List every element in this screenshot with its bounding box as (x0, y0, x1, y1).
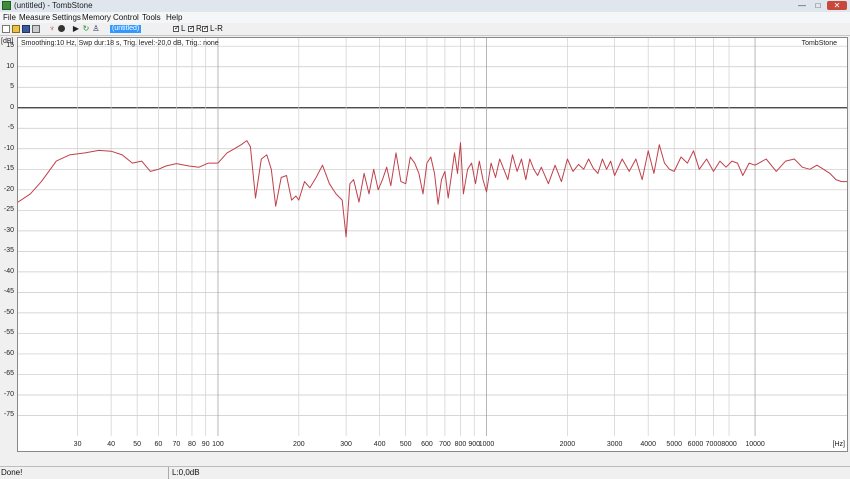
checkbox-r-label: R (196, 24, 202, 33)
y-tick-label: -10 (3, 144, 14, 152)
menu-bar: File Measure Settings Memory Control Too… (0, 12, 850, 23)
record-icon[interactable] (58, 25, 65, 32)
minimize-button[interactable]: — (795, 1, 809, 10)
x-tick-label: 70 (172, 441, 180, 448)
y-tick-label: 15 (6, 42, 14, 50)
x-axis-label: [Hz] (833, 441, 846, 448)
chart-svg: 30 40 50 60 70 80 90 100 200 300 400 500 600 700 800 90… (18, 38, 847, 448)
level-readout: L:0,0dB (168, 467, 200, 479)
microphone-icon[interactable]: ♆ (48, 25, 56, 33)
x-tick-label: 2000 (560, 441, 576, 448)
y-tick-label: -55 (3, 329, 14, 337)
x-tick-label: 50 (133, 441, 141, 448)
plot-watermark: TombStone (802, 40, 838, 47)
window-title: (untitled) - TombStone (14, 1, 93, 10)
y-tick-label: -65 (3, 370, 14, 378)
new-icon[interactable] (2, 25, 10, 33)
y-tick-labels: 15 10 5 0 -5 -10 -15 -20 -25 -30 -35 -40 -45 -50 -55 -6… (0, 37, 16, 452)
person-icon[interactable]: ♙ (92, 25, 100, 33)
y-tick-label: -35 (3, 247, 14, 255)
x-tick-label: 10000 (745, 441, 765, 448)
menu-tools[interactable]: Tools (142, 12, 161, 23)
x-tick-label: 40 (107, 441, 115, 448)
y-tick-label: -25 (3, 206, 14, 214)
maximize-button[interactable]: □ (811, 1, 825, 10)
x-tick-label: 1000 (479, 441, 495, 448)
status-text: Done! (1, 468, 23, 477)
y-tick-label: -5 (7, 124, 14, 132)
print-icon[interactable] (32, 25, 40, 33)
y-tick-label: -45 (3, 288, 14, 296)
x-tick-label: 6000 (688, 441, 704, 448)
y-tick-label: 5 (10, 83, 14, 91)
x-tick-label: 80 (188, 441, 196, 448)
frequency-response-plot[interactable]: 30 40 50 60 70 80 90 100 200 300 400 500 600 700 800 90… (17, 37, 848, 452)
close-button[interactable]: ✕ (827, 1, 847, 10)
menu-help[interactable]: Help (166, 12, 182, 23)
x-tick-label: 300 (340, 441, 352, 448)
x-tick-label: 100 (212, 441, 224, 448)
y-tick-label: 0 (10, 103, 14, 111)
checkbox-l-r-label: L-R (210, 24, 223, 33)
plot-info-text: Smoothing:10 Hz, Swp dur:18 s, Trig. lev… (21, 40, 219, 47)
x-tick-label: 3000 (607, 441, 623, 448)
y-tick-label: -60 (3, 349, 14, 357)
checkbox-l-label: L (181, 24, 186, 33)
open-icon[interactable] (12, 25, 20, 33)
memory-selector[interactable]: (untitled) (110, 25, 170, 33)
x-tick-label: 5000 (666, 441, 682, 448)
x-tick-label: 700 (439, 441, 451, 448)
x-tick-label: 600 (421, 441, 433, 448)
menu-control[interactable]: Control (113, 12, 139, 23)
checkbox-l[interactable] (173, 24, 180, 32)
y-tick-label: -30 (3, 226, 14, 234)
checkbox-r[interactable] (188, 24, 195, 32)
x-tick-label: 8000 (721, 441, 737, 448)
y-tick-label: -70 (3, 390, 14, 398)
save-icon[interactable] (22, 25, 30, 33)
status-bar: Done! L:0,0dB (0, 466, 850, 479)
y-tick-label: -15 (3, 165, 14, 173)
x-tick-label: 4000 (640, 441, 656, 448)
x-tick-label: 60 (155, 441, 163, 448)
y-tick-label: -75 (3, 411, 14, 419)
toolbar: ♆ ▶ ↻ ♙ (untitled) L R L-R (0, 23, 850, 36)
loop-icon[interactable]: ↻ (82, 25, 90, 33)
checkbox-l-r[interactable] (202, 24, 209, 32)
y-tick-label: -20 (3, 185, 14, 193)
x-tick-label: 400 (374, 441, 386, 448)
memory-name[interactable]: (untitled) (110, 25, 142, 33)
y-tick-label: 10 (6, 62, 14, 70)
menu-file[interactable]: File (3, 12, 16, 23)
menu-memory[interactable]: Memory (82, 12, 111, 23)
x-tick-label: 200 (293, 441, 305, 448)
play-icon[interactable]: ▶ (72, 25, 80, 33)
y-tick-label: -50 (3, 308, 14, 316)
response-curve (18, 140, 847, 238)
menu-measure[interactable]: Measure (19, 12, 50, 23)
y-tick-label: -40 (3, 267, 14, 275)
x-tick-label: 90 (202, 441, 210, 448)
x-tick-label: 500 (400, 441, 412, 448)
x-tick-label: 7000 (706, 441, 722, 448)
x-tick-label: 800 (455, 441, 467, 448)
menu-settings[interactable]: Settings (52, 12, 81, 23)
app-icon (2, 1, 11, 10)
x-tick-label: 30 (74, 441, 82, 448)
